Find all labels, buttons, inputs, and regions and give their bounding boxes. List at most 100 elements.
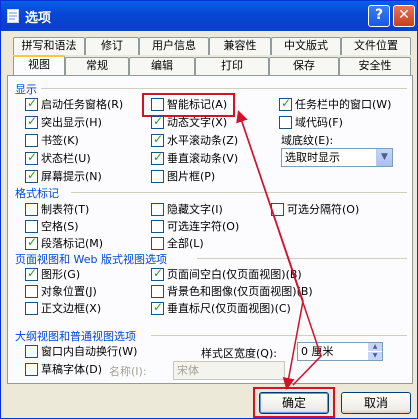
option-label: 页面间空白(仅页面视图)(B)	[167, 268, 302, 281]
close-button[interactable]: ✕	[393, 5, 415, 27]
title-bar[interactable]: 选项 ? ✕	[1, 1, 417, 31]
tab-view[interactable]: 视图	[13, 55, 65, 75]
option-label: 垂直标尺(仅页面视图)(C)	[167, 302, 291, 315]
option-horizontal-scrollbar[interactable]: 水平滚动条(Z)	[151, 132, 238, 149]
checkbox[interactable]	[279, 115, 292, 129]
spin-down-icon[interactable]: ▼	[368, 352, 382, 360]
option-label: 启动任务窗格(R)	[41, 98, 124, 111]
option-label: 书签(K)	[41, 134, 79, 147]
annotation-highlight-box	[253, 387, 335, 418]
option-paragraph-marks[interactable]: 段落标记(M)	[25, 235, 104, 252]
checkbox[interactable]	[151, 266, 164, 281]
checkbox[interactable]	[279, 96, 292, 111]
checkbox[interactable]	[151, 236, 164, 250]
checkbox[interactable]	[25, 114, 38, 129]
option-background-colors-images[interactable]: 背景色和图像(仅页面视图)(B)	[151, 284, 313, 300]
option-text-boundaries[interactable]: 正文边框(X)	[25, 301, 101, 317]
cancel-button[interactable]: 取消	[341, 392, 411, 414]
checkbox[interactable]	[25, 96, 38, 111]
checkbox[interactable]	[25, 168, 38, 183]
tab-security[interactable]: 安全性	[339, 57, 411, 75]
section-divider	[151, 335, 407, 336]
tab-user-info[interactable]: 用户信息	[139, 37, 209, 55]
section-divider	[41, 88, 407, 89]
option-field-codes[interactable]: 域代码(F)	[279, 115, 343, 131]
checkbox[interactable]	[151, 202, 164, 216]
option-draft-font[interactable]: 草稿字体(D)	[25, 362, 102, 378]
font-name-select[interactable]: 宋体	[173, 361, 285, 380]
tab-revisions[interactable]: 修订	[85, 37, 139, 55]
field-shading-select[interactable]: 选取时显示 ▼	[281, 148, 393, 167]
option-tab-characters[interactable]: 制表符(T)	[25, 202, 89, 218]
option-status-bar[interactable]: 状态栏(U)	[25, 150, 91, 167]
chevron-down-icon[interactable]: ▼	[376, 149, 392, 166]
font-name-value: 宋体	[177, 364, 199, 377]
tab-file-locations[interactable]: 文件位置	[341, 37, 411, 55]
tab-compatibility[interactable]: 兼容性	[209, 37, 271, 55]
checkbox[interactable]	[151, 132, 164, 147]
checkbox[interactable]	[25, 133, 38, 147]
checkbox[interactable]	[151, 300, 164, 315]
section-divider	[71, 192, 407, 193]
option-label: 正文边框(X)	[41, 302, 102, 315]
option-optional-breaks[interactable]: 可选分隔符(O)	[271, 202, 359, 218]
option-all-marks[interactable]: 全部(L)	[151, 236, 204, 252]
checkbox[interactable]	[25, 150, 38, 165]
option-drawings[interactable]: 图形(G)	[25, 266, 80, 283]
tab-general[interactable]: 常规	[65, 57, 129, 75]
option-hidden-text[interactable]: 隐藏文字(I)	[151, 202, 223, 218]
option-optional-hyphens[interactable]: 可选连字符(O)	[151, 219, 239, 235]
checkbox[interactable]	[25, 235, 38, 250]
checkbox[interactable]	[151, 219, 164, 233]
tab-spelling-grammar[interactable]: 拼写和语法	[13, 37, 85, 55]
spin-up-icon[interactable]: ▲	[368, 343, 382, 351]
section-format-marks-title: 格式标记	[15, 187, 59, 200]
checkbox[interactable]	[25, 362, 38, 376]
checkbox[interactable]	[271, 202, 284, 216]
option-vertical-ruler[interactable]: 垂直标尺(仅页面视图)(C)	[151, 300, 291, 317]
option-label: 动态文字(X)	[167, 116, 228, 129]
option-picture-placeholders[interactable]: 图片框(P)	[151, 169, 215, 185]
option-animated-text[interactable]: 动态文字(X)	[151, 114, 228, 131]
option-screen-tips[interactable]: 屏幕提示(N)	[25, 168, 102, 185]
tab-save[interactable]: 保存	[269, 57, 339, 75]
option-label: 全部(L)	[167, 237, 204, 250]
checkbox[interactable]	[25, 202, 38, 216]
options-dialog: 选项 ? ✕ 拼写和语法 修订 用户信息 兼容性 中文版式 文件位置 视图 常规…	[0, 0, 418, 419]
tab-edit[interactable]: 编辑	[129, 57, 195, 75]
option-label: 图片框(P)	[167, 170, 216, 183]
checkbox[interactable]	[25, 284, 38, 298]
checkbox[interactable]	[25, 219, 38, 233]
option-spaces[interactable]: 空格(S)	[25, 219, 79, 235]
help-button[interactable]: ?	[368, 5, 390, 27]
option-windows-in-taskbar[interactable]: 任务栏中的窗口(W)	[279, 96, 392, 113]
option-label: 段落标记(M)	[41, 237, 104, 250]
checkbox[interactable]	[151, 284, 164, 298]
option-label: 制表符(T)	[41, 203, 90, 216]
section-outline-normal-title: 大纲视图和普通视图选项	[15, 330, 136, 343]
option-label: 垂直滚动条(V)	[167, 152, 239, 165]
checkbox[interactable]	[25, 266, 38, 281]
option-label: 背景色和图像(仅页面视图)(B)	[167, 285, 313, 298]
checkbox[interactable]	[151, 169, 164, 183]
tab-print[interactable]: 打印	[195, 57, 269, 75]
checkbox[interactable]	[151, 150, 164, 165]
style-area-width-value: 0 厘米	[301, 345, 334, 358]
option-vertical-scrollbar[interactable]: 垂直滚动条(V)	[151, 150, 239, 167]
option-label: 任务栏中的窗口(W)	[295, 98, 392, 111]
tab-chinese-layout[interactable]: 中文版式	[271, 37, 341, 55]
option-label: 可选连字符(O)	[167, 220, 240, 233]
option-startup-task-pane[interactable]: 启动任务窗格(R)	[25, 96, 124, 113]
checkbox[interactable]	[151, 114, 164, 129]
checkbox[interactable]	[25, 301, 38, 315]
option-wrap-to-window[interactable]: 窗口内自动换行(W)	[25, 344, 137, 360]
checkbox[interactable]	[25, 344, 38, 358]
option-object-anchors[interactable]: 对象位置(J)	[25, 284, 97, 300]
option-highlight[interactable]: 突出显示(H)	[25, 114, 102, 131]
style-area-width-label: 样式区宽度(Q):	[201, 347, 277, 360]
font-name-label: 名称(I):	[109, 365, 147, 378]
option-label: 空格(S)	[41, 220, 79, 233]
option-white-space-between-pages[interactable]: 页面间空白(仅页面视图)(B)	[151, 266, 302, 283]
option-bookmarks[interactable]: 书签(K)	[25, 133, 79, 149]
style-area-width-spinner[interactable]: 0 厘米 ▲ ▼	[297, 342, 383, 361]
